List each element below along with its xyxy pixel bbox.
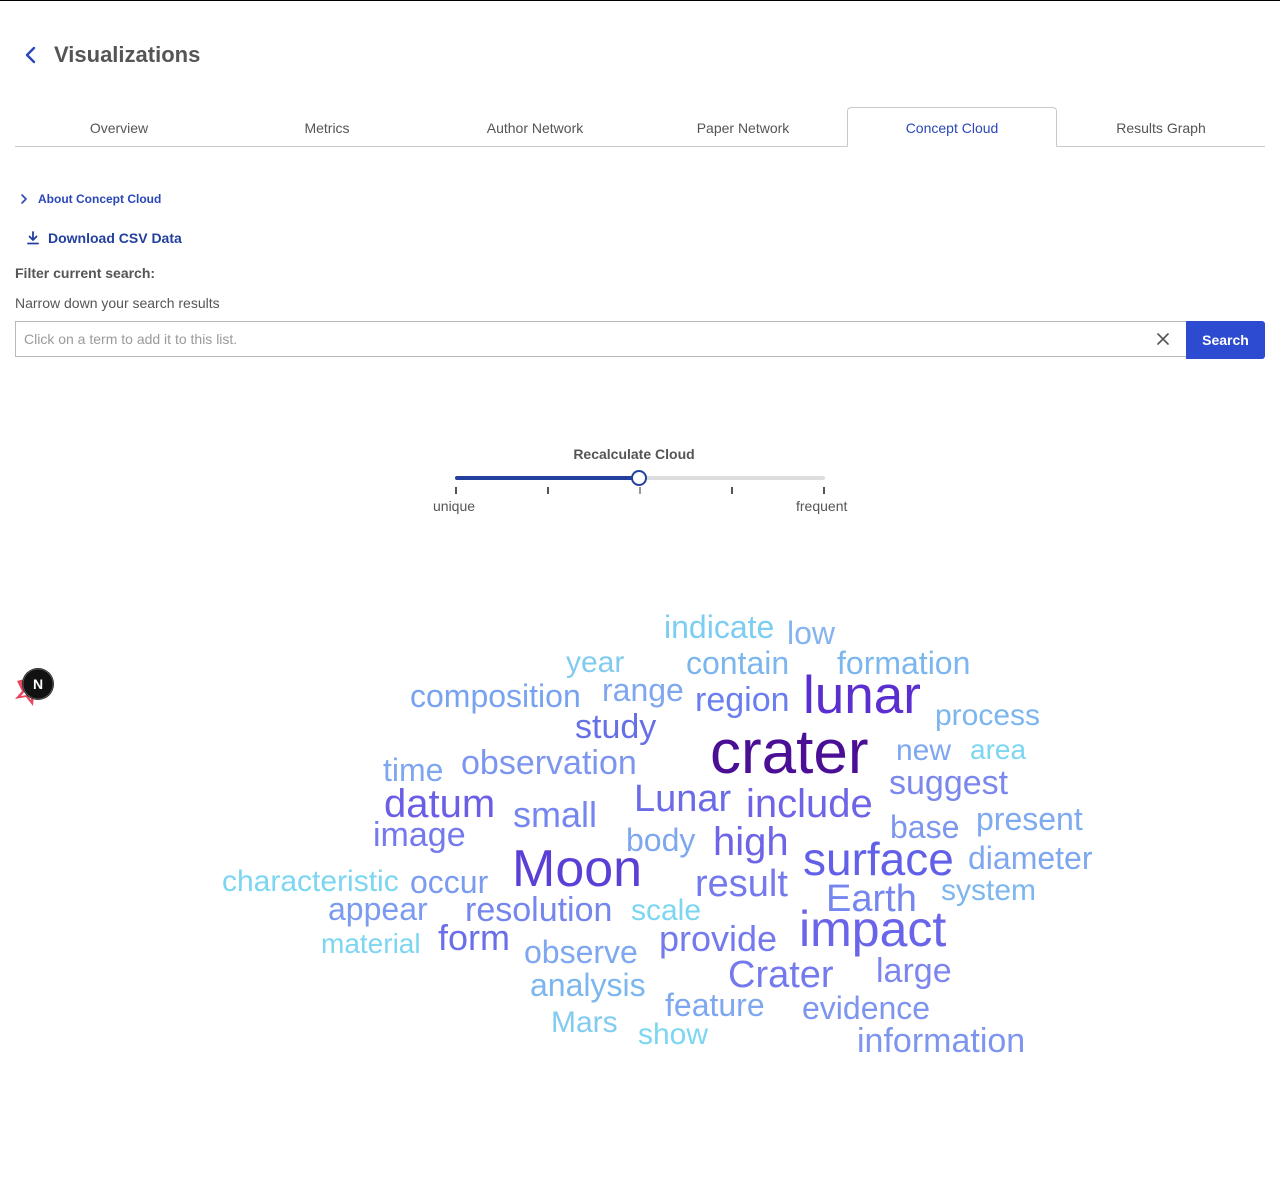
search-button[interactable]: Search [1186,321,1265,359]
cloud-word[interactable]: image [373,818,466,852]
filter-title: Filter current search: [15,265,156,281]
download-label: Download CSV Data [48,230,182,246]
filter-input[interactable] [16,322,1148,356]
cloud-word[interactable]: process [935,701,1040,731]
cloud-word[interactable]: evidence [802,992,930,1024]
cloud-word[interactable]: information [857,1024,1025,1058]
cloud-word[interactable]: area [970,736,1026,764]
page-header: Visualizations [20,38,200,72]
slider-thumb[interactable] [631,470,648,486]
cloud-word[interactable]: analysis [530,969,646,1001]
cloud-word[interactable]: show [638,1020,708,1050]
about-concept-cloud-toggle[interactable]: About Concept Cloud [20,192,161,206]
cloud-word[interactable]: present [976,803,1083,835]
tab-author-network[interactable]: Author Network [431,107,639,146]
cloud-word[interactable]: suggest [889,766,1008,800]
tab-results-graph[interactable]: Results Graph [1057,107,1265,146]
close-icon [1157,333,1169,345]
concept-cloud: indicate low year contain formation compositi… [0,590,1280,1070]
cloud-word[interactable]: large [876,954,952,988]
cloud-word[interactable]: indicate [664,611,774,643]
cloud-word[interactable]: impact [799,904,946,954]
cloud-word[interactable]: observation [461,746,637,780]
cloud-word[interactable]: high [713,822,789,862]
cloud-word[interactable]: result [695,865,788,903]
cloud-word[interactable]: system [941,876,1036,906]
cloud-word[interactable]: diameter [968,842,1093,874]
recalculate-slider[interactable] [455,470,825,486]
filter-subtitle: Narrow down your search results [15,295,220,311]
slider-tick [731,487,733,494]
nextjs-icon: N [15,668,54,706]
chevron-left-icon [25,46,36,64]
top-border [0,0,1280,1]
slider-tick [455,487,457,494]
cloud-word[interactable]: contain [686,647,789,679]
download-icon [27,231,39,245]
cloud-word[interactable]: surface [803,836,954,882]
slider-tick [639,487,641,494]
cloud-word[interactable]: new [896,736,951,766]
tab-overview[interactable]: Overview [15,107,223,146]
cloud-word[interactable]: low [787,617,835,649]
tab-paper-network[interactable]: Paper Network [639,107,847,146]
cloud-word[interactable]: region [695,683,790,717]
tab-bar: Overview Metrics Author Network Paper Ne… [15,107,1265,147]
svg-text:N: N [33,676,43,692]
cloud-word[interactable]: provide [659,921,777,957]
page-title: Visualizations [54,42,201,67]
cloud-word[interactable]: Mars [551,1008,618,1038]
cloud-word[interactable]: study [575,710,656,744]
slider-fill [455,476,640,480]
cloud-word[interactable]: material [321,930,421,958]
cloud-word[interactable]: Moon [512,843,642,895]
cloud-word[interactable]: composition [410,680,581,712]
cloud-word[interactable]: appear [328,893,428,925]
download-csv-link[interactable]: Download CSV Data [26,230,182,246]
cloud-word[interactable]: Lunar [634,780,731,818]
slider-max-label: frequent [796,498,848,514]
clear-button[interactable] [1148,324,1178,354]
cloud-word[interactable]: crater [710,722,868,784]
slider-title: Recalculate Cloud [573,446,695,462]
chevron-right-icon [21,194,27,204]
slider-min-label: unique [433,498,476,514]
tab-metrics[interactable]: Metrics [223,107,431,146]
cloud-word[interactable]: small [513,797,597,833]
cloud-word[interactable]: observe [524,936,638,968]
back-button[interactable] [20,44,42,66]
slider-tick [823,487,825,494]
slider-tick [547,487,549,494]
dev-tools-badge[interactable]: N [12,666,58,710]
tab-concept-cloud[interactable]: Concept Cloud [847,107,1057,147]
about-label: About Concept Cloud [38,192,162,206]
cloud-word[interactable]: include [746,784,873,824]
cloud-word[interactable]: lunar [803,669,921,722]
cloud-word[interactable]: range [602,674,684,706]
cloud-word[interactable]: form [438,920,510,956]
cloud-word[interactable]: feature [665,989,765,1021]
filter-input-container [15,321,1186,357]
